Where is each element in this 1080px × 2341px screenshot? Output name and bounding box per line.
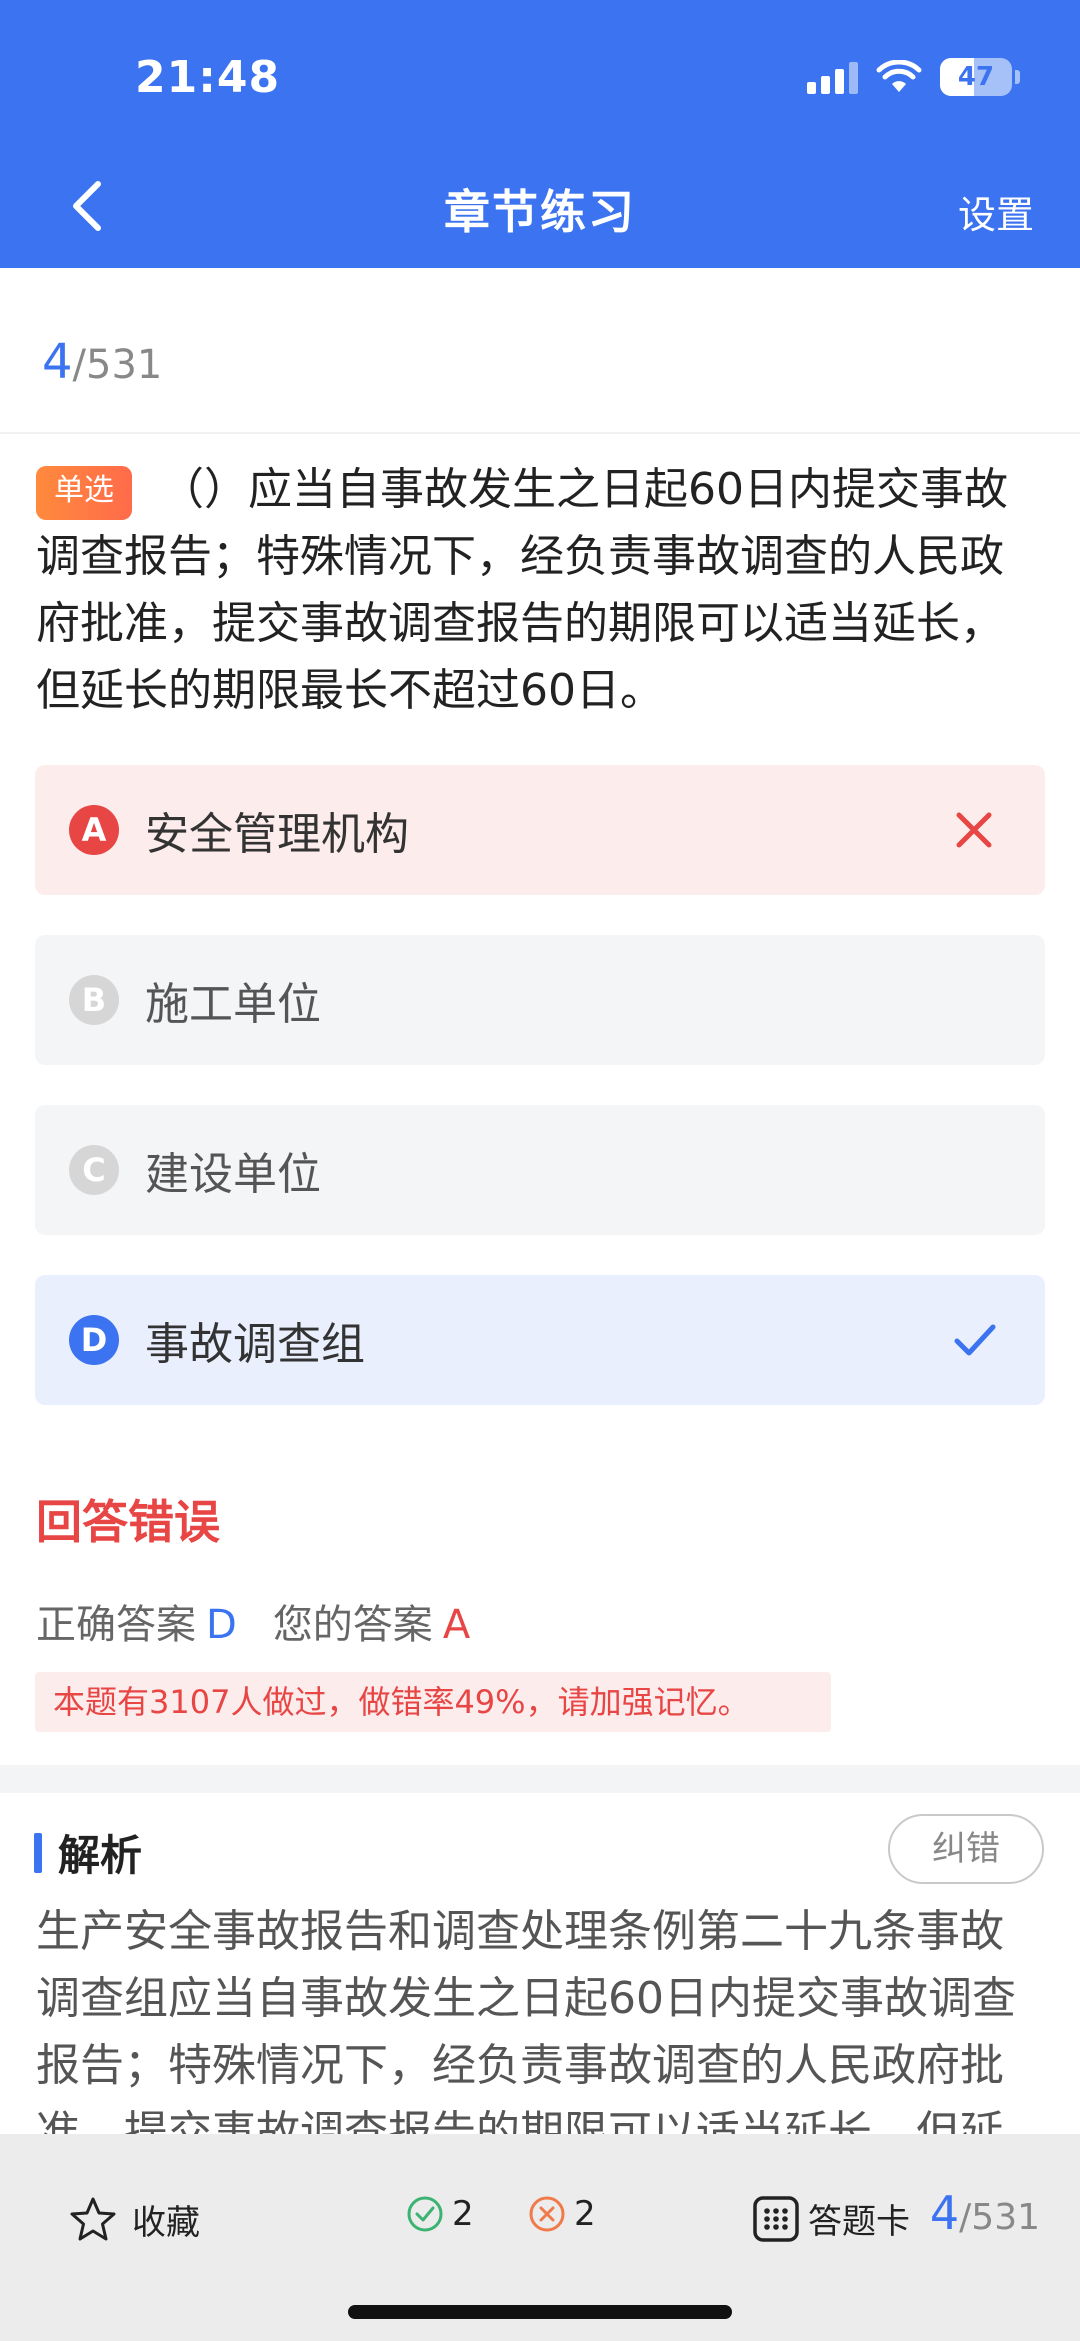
favorite-label: 收藏	[132, 2202, 200, 2243]
wrong-cross-icon	[956, 812, 992, 848]
analysis-title: 解析	[58, 1831, 143, 1880]
analysis-text: 生产安全事故报告和调查处理条例第二十九条事故调查组应当自事故发生之日起60日内提…	[36, 1906, 1016, 2134]
bottom-progress: 4/531	[930, 2186, 1040, 2240]
bottom-current-number: 4	[929, 2186, 960, 2240]
settings-button[interactable]: 设置	[958, 184, 1034, 239]
cellular-signal-icon	[807, 60, 858, 94]
question-type-tag: 单选	[36, 466, 132, 520]
option-text: 施工单位	[145, 979, 321, 1030]
bottom-total: /531	[959, 2197, 1040, 2238]
wrong-count: 2	[528, 2194, 596, 2234]
answer-card-label: 答题卡	[808, 2202, 910, 2242]
app-header: 21:48 47 章节练习 设置	[0, 0, 1080, 268]
analysis-header: 解析	[34, 1822, 142, 1883]
battery-level: 47	[957, 62, 995, 92]
wifi-icon	[876, 60, 922, 92]
error-rate-notice: 本题有3107人做过，做错率49%，请加强记忆。	[35, 1672, 831, 1732]
option-a[interactable]: A 安全管理机构	[35, 765, 1045, 895]
option-letter: A	[69, 805, 119, 855]
question-text: （）应当自事故发生之日起60日内提交事故调查报告；特殊情况下，经负责事故调查的人…	[36, 464, 1008, 716]
total-questions: /531	[72, 342, 163, 388]
option-text: 事故调查组	[145, 1319, 365, 1370]
correct-answer-value: D	[206, 1602, 237, 1648]
cross-circle-icon	[529, 2196, 565, 2232]
current-question-number: 4	[42, 334, 73, 390]
option-d[interactable]: D 事故调查组	[35, 1275, 1045, 1405]
favorite-button[interactable]: 收藏	[68, 2194, 200, 2244]
battery-icon: 47	[940, 58, 1020, 96]
correct-count-value: 2	[452, 2194, 474, 2234]
correct-count: 2	[406, 2194, 474, 2234]
answer-summary: 正确答案 D 您的答案 A	[36, 1592, 470, 1650]
option-b[interactable]: B 施工单位	[35, 935, 1045, 1065]
status-time: 21:48	[135, 52, 281, 103]
option-c[interactable]: C 建设单位	[35, 1105, 1045, 1235]
divider	[0, 432, 1080, 434]
question-counter: 4/531	[42, 334, 162, 390]
report-error-button[interactable]: 纠错	[888, 1814, 1044, 1884]
section-accent-bar	[34, 1832, 42, 1873]
grid-icon	[753, 2195, 799, 2242]
option-letter: B	[69, 975, 119, 1025]
section-divider	[0, 1765, 1080, 1793]
option-text: 安全管理机构	[145, 809, 409, 860]
star-icon	[70, 2197, 116, 2241]
home-indicator	[348, 2305, 732, 2319]
option-letter: D	[69, 1315, 119, 1365]
status-icons: 47	[807, 58, 1020, 96]
your-answer-label: 您的答案	[272, 1602, 433, 1648]
page-title: 章节练习	[444, 185, 636, 239]
answer-card-button[interactable]: 答题卡	[752, 2194, 910, 2243]
question-stem: 单选 （）应当自事故发生之日起60日内提交事故调查报告；特殊情况下，经负责事故调查…	[36, 456, 1046, 724]
wrong-count-value: 2	[574, 2194, 596, 2234]
your-answer-value: A	[442, 1602, 471, 1648]
correct-answer-label: 正确答案	[36, 1602, 196, 1648]
option-letter: C	[69, 1145, 119, 1195]
check-circle-icon	[407, 2196, 443, 2232]
result-title: 回答错误	[36, 1495, 220, 1549]
option-text: 建设单位	[145, 1149, 321, 1200]
correct-check-icon	[954, 1324, 996, 1356]
